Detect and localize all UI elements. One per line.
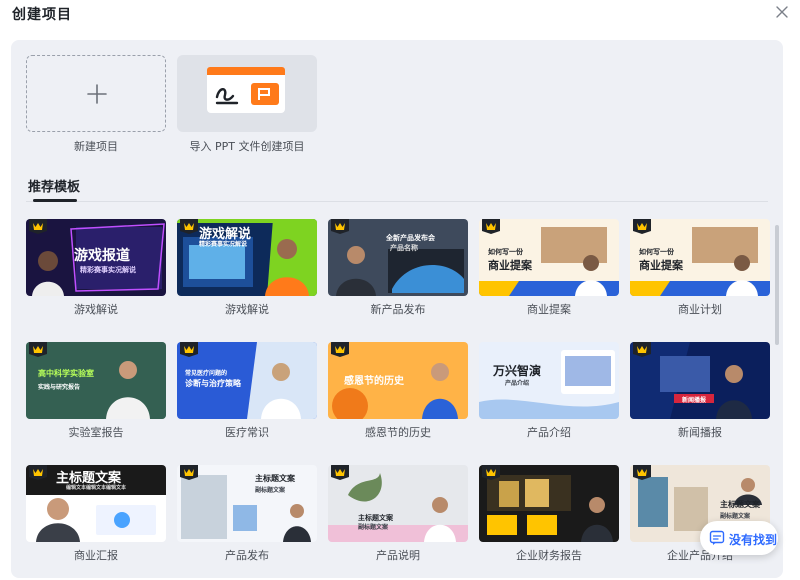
template-label: 企业财务报告 [516, 549, 582, 562]
create-project-dialog: 创建项目 新建项目 导入 PPT 文件创建项目 推荐模板 游戏报道 精彩赛事实况… [0, 0, 800, 580]
template-overlay-sub: 精彩赛事实况解说 [199, 241, 248, 248]
new-project-label: 新建项目 [74, 140, 118, 153]
template-overlay-sub: 如何写一份 [488, 248, 523, 256]
feedback-icon [709, 530, 725, 545]
template-overlay-sub: 副标题文案 [358, 524, 389, 531]
template-overlay-sub: 编辑文本编辑文本编辑文本 [66, 485, 127, 491]
template-card[interactable]: 如何写一份 商业提案 [630, 219, 770, 296]
template-card[interactable]: 主标题文案 副标题文案 [328, 465, 468, 542]
template-card[interactable]: 高中科学实验室 实践与研究报告 [26, 342, 166, 419]
template-card[interactable]: 游戏解说 精彩赛事实况解说 [177, 219, 317, 296]
template-card[interactable] [479, 465, 619, 542]
template-label: 新产品发布 [370, 303, 426, 316]
template-label: 实验室报告 [68, 426, 124, 439]
template-label: 商业汇报 [74, 549, 118, 562]
crown-icon [331, 342, 349, 357]
template-card[interactable]: 全新产品发布会 产品名称 [328, 219, 468, 296]
crown-icon [180, 219, 198, 234]
import-ppt-button[interactable] [177, 55, 317, 132]
crown-icon [180, 465, 198, 480]
close-icon[interactable] [774, 4, 790, 20]
template-card[interactable]: 游戏报道 精彩赛事实况解说 [26, 219, 166, 296]
template-overlay-sub: 副标题文案 [255, 487, 286, 494]
template-card[interactable]: 感恩节的历史 [328, 342, 468, 419]
template-overlay-title: 新闻播报 [682, 397, 707, 404]
template-label: 产品说明 [376, 549, 420, 562]
template-overlay-title: 全新产品发布会 [386, 234, 435, 242]
template-overlay-sub: 常见医疗问题的 [185, 370, 228, 377]
template-overlay-sub: 实践与研究报告 [38, 384, 81, 391]
crown-icon [633, 465, 651, 480]
template-label: 商业提案 [527, 303, 571, 316]
template-card[interactable]: 如何写一份 商业提案 [479, 219, 619, 296]
template-card[interactable]: 常见医疗问题的 诊断与治疗策略 [177, 342, 317, 419]
template-overlay-sub: 如何写一份 [639, 248, 674, 256]
plus-icon [87, 84, 107, 104]
template-card[interactable]: 万兴智演 产品介绍 [479, 342, 619, 419]
crown-icon [482, 219, 500, 234]
template-overlay-title: 感恩节的历史 [344, 376, 404, 387]
template-overlay-title: 主标题文案 [255, 474, 295, 483]
scrollbar-thumb[interactable] [775, 225, 779, 345]
crown-icon [29, 219, 47, 234]
template-overlay-title: 商业提案 [488, 259, 532, 272]
template-card[interactable]: 主标题文案 副标题文案 [177, 465, 317, 542]
template-overlay-title: 游戏报道 [74, 248, 130, 264]
crown-icon [180, 342, 198, 357]
template-overlay-title: 高中科学实验室 [38, 369, 94, 378]
content-panel: 新建项目 导入 PPT 文件创建项目 推荐模板 游戏报道 精彩赛事实况解说 游戏… [11, 40, 783, 578]
template-card[interactable]: 主标题文案 编辑文本编辑文本编辑文本 [26, 465, 166, 542]
ppt-file-icon [207, 67, 285, 113]
crown-icon [29, 342, 47, 357]
crown-icon [633, 219, 651, 234]
template-label: 感恩节的历史 [365, 426, 431, 439]
template-label: 新闻播报 [678, 426, 722, 439]
dialog-title: 创建项目 [12, 7, 72, 23]
template-label: 产品介绍 [527, 426, 571, 439]
template-overlay-title: 主标题文案 [720, 500, 760, 509]
crown-icon [331, 465, 349, 480]
crown-icon [633, 342, 651, 357]
crown-icon [482, 465, 500, 480]
template-overlay-title: 商业提案 [639, 259, 683, 272]
template-label: 游戏解说 [74, 303, 118, 316]
template-label: 产品发布 [225, 549, 269, 562]
section-title: 推荐模板 [28, 180, 81, 195]
new-project-button[interactable] [26, 55, 166, 132]
template-overlay-title: 诊断与治疗策略 [185, 379, 241, 388]
feedback-button[interactable]: 没有找到 [700, 521, 778, 555]
template-overlay-sub: 产品介绍 [505, 380, 530, 387]
crown-icon [331, 219, 349, 234]
template-label: 商业计划 [678, 303, 722, 316]
section-divider [26, 201, 768, 202]
section-active-underline [33, 199, 77, 202]
import-ppt-label: 导入 PPT 文件创建项目 [189, 140, 305, 153]
crown-icon [29, 465, 47, 480]
template-overlay-sub: 精彩赛事实况解说 [80, 266, 136, 274]
template-overlay-title: 万兴智演 [493, 364, 542, 378]
template-label: 游戏解说 [225, 303, 269, 316]
template-overlay-sub: 产品名称 [390, 244, 418, 252]
template-overlay-sub: 副标题文案 [720, 513, 751, 520]
feedback-label: 没有找到 [729, 533, 778, 547]
template-label: 医疗常识 [225, 426, 269, 439]
template-card[interactable]: 新闻播报 [630, 342, 770, 419]
